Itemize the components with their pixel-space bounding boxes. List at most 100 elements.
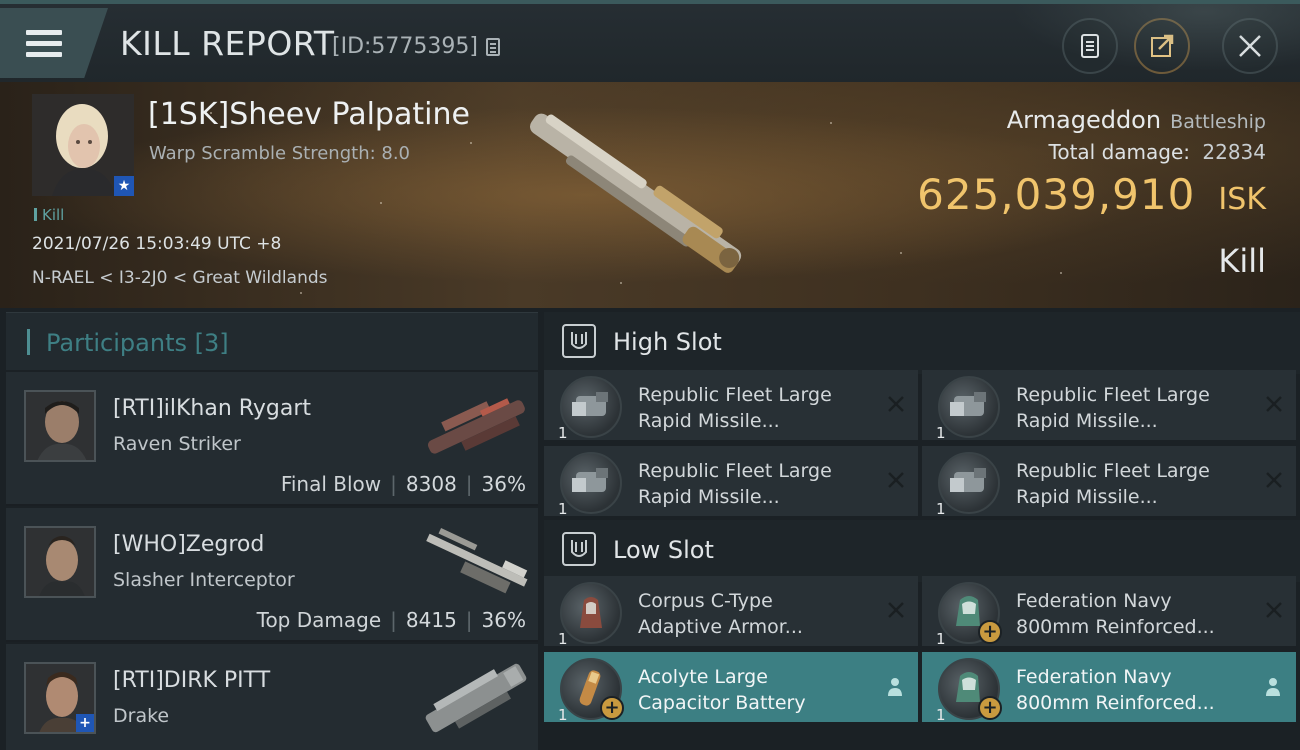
module-quantity: 1 [558,706,568,724]
report-id: [ID:5775395] [332,34,478,59]
participant-avatar[interactable]: + [24,662,96,734]
low-slot-header: Low Slot [544,520,1300,582]
module-item[interactable]: 1 Corpus C-Type Adaptive Armor... [544,576,918,648]
module-quantity: 1 [936,424,946,442]
low-slot-title: Low Slot [613,536,714,564]
page-title: KILL REPORT [120,24,335,63]
participants-panel: Participants [3] [RTI]ilKhan Rygart Rave… [0,308,540,750]
kill-result: Kill [1218,242,1266,280]
module-name-line2: Adaptive Armor... [638,616,803,638]
module-name: Republic Fleet Large Rapid Missile... [1016,458,1256,510]
participant-stat-label: Top Damage [256,608,382,632]
close-icon [1239,35,1261,57]
module-name-line1: Republic Fleet Large [1016,460,1210,482]
participant-avatar[interactable] [24,390,96,462]
participant-name[interactable]: [RTI]ilKhan Rygart [113,396,311,421]
module-item[interactable]: 1 Republic Fleet Large Rapid Missile... [544,446,918,518]
high-slot-icon [562,324,596,358]
module-name-line2: 800mm Reinforced... [1016,692,1215,714]
destroyed-x-icon [888,396,904,412]
victim-avatar[interactable]: ★ [32,94,134,196]
destroyed-x-icon [1266,472,1282,488]
participants-title: Participants [46,329,187,357]
module-name: Federation Navy 800mm Reinforced... [1016,664,1256,716]
missile-launcher-icon: 1 [558,376,622,442]
participant-portrait-image [26,392,94,460]
module-name-line2: Rapid Missile... [1016,486,1158,508]
destroyed-x-icon [1266,396,1282,412]
module-item[interactable]: 1 Republic Fleet Large Rapid Missile... [544,370,918,442]
total-damage-label: Total damage: [1048,140,1191,164]
participant-ship-image [426,528,528,594]
module-name-line2: Rapid Missile... [1016,410,1158,432]
ship-class: Battleship [1170,111,1266,133]
module-quantity: 1 [558,500,568,518]
participant-card[interactable]: [WHO]Zegrod Slasher Interceptor Top Dama… [6,508,538,642]
participant-avatar[interactable] [24,526,96,598]
participant-stat-label: Final Blow [280,472,382,496]
share-button[interactable] [1134,18,1190,74]
module-name-line1: Federation Navy [1016,666,1172,688]
participant-stats: Top Damage | 8415 | 36% [256,608,526,632]
module-name-line1: Republic Fleet Large [1016,384,1210,406]
participant-percent: 36% [481,472,526,496]
participant-card[interactable]: [RTI]ilKhan Rygart Raven Striker Final B… [6,372,538,506]
participants-accent-bar [27,329,30,355]
kill-location: N-RAEL < I3-2J0 < Great Wildlands [32,268,328,288]
module-item[interactable]: 1 Republic Fleet Large Rapid Missile... [922,370,1296,442]
module-item[interactable]: + 1 Federation Navy 800mm Reinforced... [922,576,1296,648]
capacitor-battery-icon: + 1 [558,658,624,724]
menu-icon-bar [26,52,62,57]
module-quantity: 1 [558,424,568,442]
ship-name[interactable]: Armageddon [1007,106,1161,134]
module-name-line1: Acolyte Large [638,666,768,688]
clipboard-button[interactable] [1062,18,1118,74]
menu-icon [26,30,62,35]
participants-count: [3] [194,329,229,357]
participants-header: Participants [3] [6,312,538,370]
module-item[interactable]: 1 Republic Fleet Large Rapid Missile... [922,446,1296,518]
destroyed-x-icon [888,602,904,618]
participant-ship: Raven Striker [113,433,241,455]
total-damage-value: 22834 [1202,140,1266,164]
module-name-line1: Republic Fleet Large [638,460,832,482]
victim-name[interactable]: [1SK]Sheev Palpatine [148,97,470,132]
plus-badge-icon: + [76,714,94,732]
close-button[interactable] [1222,18,1278,74]
module-name-line1: Federation Navy [1016,590,1172,612]
low-slot-icon [562,532,596,566]
module-name: Corpus C-Type Adaptive Armor... [638,588,878,640]
plus-icon: + [600,696,624,720]
participant-damage: 8308 [405,472,457,496]
module-quantity: 1 [936,500,946,518]
participant-name[interactable]: [WHO]Zegrod [113,532,264,557]
destroyed-x-icon [888,472,904,488]
total-damage: Total damage: 22834 [1049,140,1266,164]
participant-name[interactable]: [RTI]DIRK PITT [113,668,270,693]
isk-value: 625,039,910 [917,170,1196,219]
copy-icon[interactable] [486,38,500,56]
participant-ship: Drake [113,705,170,727]
missile-launcher-icon: 1 [558,452,622,518]
module-item[interactable]: + 1 Federation Navy 800mm Reinforced... [922,652,1296,724]
warp-scramble-strength: Warp Scramble Strength: 8.0 [149,143,411,164]
participant-stats: Final Blow | 8308 | 36% [280,472,526,496]
module-item[interactable]: + 1 Acolyte Large Capacitor Battery [544,652,918,724]
menu-button[interactable] [0,8,108,78]
armor-plate-icon: + 1 [936,658,1002,724]
victim-ship-image [530,113,742,273]
module-name: Acolyte Large Capacitor Battery [638,664,878,716]
module-name-line1: Corpus C-Type [638,590,773,612]
participant-ship: Slasher Interceptor [113,569,295,591]
missile-launcher-icon: 1 [936,376,1000,442]
participant-card[interactable]: + [RTI]DIRK PITT Drake [6,644,538,750]
share-icon [1151,34,1174,57]
fitting-panel: High Slot 1 Republic Fleet Large Rapid M… [540,308,1300,750]
module-quantity: 1 [558,630,568,648]
isk-unit: ISK [1218,182,1266,217]
participant-portrait-image [26,528,94,596]
victim-ship: Armageddon Battleship [1007,106,1266,134]
star-badge-icon: ★ [114,176,134,196]
menu-icon-bar [26,41,62,46]
plus-icon: + [978,696,1002,720]
